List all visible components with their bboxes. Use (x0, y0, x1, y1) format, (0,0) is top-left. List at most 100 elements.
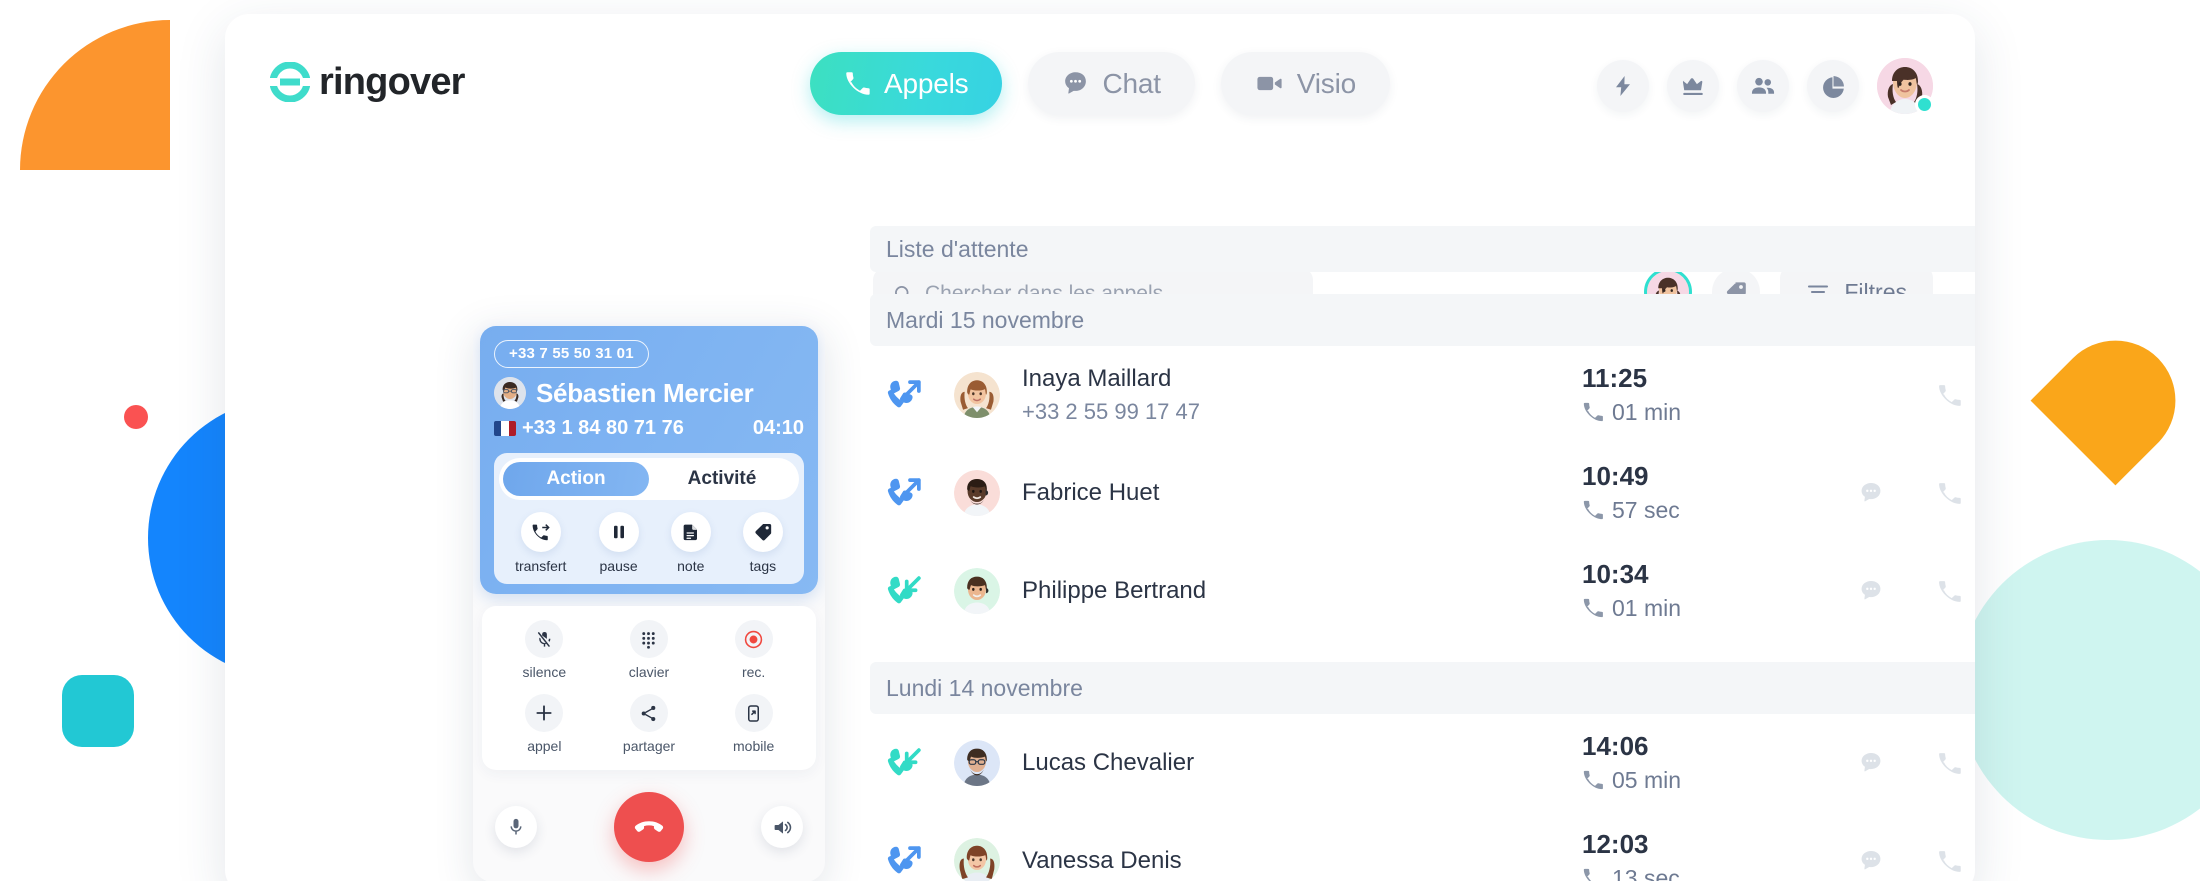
tag-icon (742, 512, 783, 552)
tab-activite[interactable]: Activité (649, 462, 795, 496)
caller-phone: +33 1 84 80 71 76 (522, 417, 684, 439)
call-actions: transfert pause note tags (499, 512, 799, 574)
tab-visio-label: Visio (1296, 67, 1356, 99)
incoming-call-icon (886, 743, 932, 783)
tool-appel[interactable]: appel (506, 694, 582, 754)
call-row[interactable]: Philippe Bertrand 10:34 01 min (870, 542, 1975, 640)
contact-name: Lucas Chevalier (1022, 749, 1195, 777)
tab-chat[interactable]: Chat (1028, 52, 1195, 115)
search-row: Filtres (225, 136, 1975, 320)
call-transfer-icon (520, 512, 561, 552)
contact-info: Lucas Chevalier (1022, 749, 1582, 777)
caller-line-pill: +33 7 55 50 31 01 (494, 340, 649, 368)
tab-action[interactable]: Action (503, 462, 649, 496)
chat-bubble-icon (1062, 70, 1089, 97)
tool-partager[interactable]: partager (611, 694, 687, 754)
callback-button[interactable] (1910, 579, 1975, 604)
record-icon (734, 620, 773, 658)
contact-name: Fabrice Huet (1022, 479, 1160, 507)
callback-button[interactable] (1910, 481, 1975, 506)
decor-orange-half-circle (2030, 315, 2200, 486)
caller-identity: Sébastien Mercier (494, 377, 804, 409)
waiting-list-header: Liste d'attente (870, 226, 1975, 272)
microphone-button[interactable] (495, 806, 537, 848)
call-footer-controls (473, 770, 825, 868)
lightning-bolt-button[interactable] (1597, 60, 1649, 112)
action-note[interactable]: note (670, 512, 711, 574)
phone-small-icon (1582, 867, 1604, 881)
crown-icon (1680, 73, 1706, 99)
users-button[interactable] (1737, 60, 1789, 112)
tool-silence[interactable]: silence (506, 620, 582, 680)
lightning-bolt-icon (1611, 74, 1635, 98)
brand-logo[interactable]: ringover (270, 62, 465, 102)
message-button[interactable] (1832, 480, 1910, 506)
action-note-label: note (677, 558, 705, 574)
users-icon (1750, 73, 1776, 99)
callback-button[interactable] (1910, 849, 1975, 874)
tool-mobile[interactable]: mobile (716, 694, 792, 754)
call-time: 11:25 (1582, 363, 1648, 394)
tab-visio[interactable]: Visio (1220, 52, 1390, 115)
call-duration: 57 sec (1612, 496, 1680, 523)
message-button[interactable] (1832, 750, 1910, 776)
dialpad-icon (629, 620, 668, 658)
header-avatar[interactable] (1877, 58, 1934, 114)
row-actions (1832, 381, 1975, 410)
row-actions (1832, 577, 1975, 606)
contact-name: Philippe Bertrand (1022, 577, 1207, 605)
tool-rec[interactable]: rec. (716, 620, 792, 680)
callback-button[interactable] (1910, 383, 1975, 408)
ringover-logo-icon (270, 62, 310, 102)
phone-small-icon (1582, 769, 1604, 791)
action-tags[interactable]: tags (742, 512, 783, 574)
caller-name: Sébastien Mercier (536, 377, 754, 408)
outgoing-call-icon (886, 841, 932, 881)
call-row[interactable]: Lucas Chevalier 14:06 05 min (870, 714, 1975, 812)
call-tools-card: silence clavier rec. appel partager mobi… (482, 606, 816, 770)
header-actions (1597, 58, 1934, 114)
decor-mint-circle (1958, 540, 2200, 840)
contact-info: Philippe Bertrand (1022, 577, 1582, 605)
crown-button[interactable] (1667, 60, 1719, 112)
call-duration: 05 min (1612, 766, 1682, 793)
call-section-date: Lundi 14 novembre (870, 662, 1975, 714)
microphone-icon (506, 817, 526, 837)
row-actions (1832, 479, 1975, 508)
action-pause-label: pause (599, 558, 638, 574)
pie-chart-button[interactable] (1807, 60, 1859, 112)
tab-appels[interactable]: Appels (810, 52, 1003, 115)
call-duration: 13 sec (1612, 864, 1680, 881)
call-time: 12:03 (1582, 829, 1649, 860)
call-duration-block: 01 min (1582, 399, 1832, 426)
speaker-button[interactable] (761, 806, 803, 848)
call-time: 10:34 (1582, 559, 1649, 590)
tab-chat-label: Chat (1102, 67, 1161, 99)
tool-rec-label: rec. (741, 664, 766, 680)
phone-small-icon (1582, 597, 1604, 619)
tool-clavier[interactable]: clavier (611, 620, 687, 680)
hangup-button[interactable] (614, 792, 684, 862)
contact-info: Fabrice Huet (1022, 479, 1582, 507)
call-action-panel: Action Activité transfert pause note tag… (494, 453, 804, 584)
call-time-block: 14:06 05 min (1582, 732, 1832, 794)
action-transfert[interactable]: transfert (515, 512, 566, 574)
call-duration: 01 min (1612, 594, 1682, 621)
caller-phone-row: +33 1 84 80 71 76 04:10 (494, 417, 804, 442)
call-time-block: 12:03 13 sec (1582, 830, 1832, 881)
screenshot-root: ringover Appels Chat Visio Chercher dans… (0, 0, 2200, 881)
phone-small-icon (1582, 499, 1604, 521)
call-time: 14:06 (1582, 731, 1649, 762)
callback-button[interactable] (1910, 751, 1975, 776)
message-button[interactable] (1832, 848, 1910, 874)
call-list: Liste d'attente Mardi 15 novembre Inaya … (870, 226, 1975, 881)
action-pause[interactable]: pause (598, 512, 639, 574)
call-row[interactable]: Fabrice Huet 10:49 57 sec (870, 444, 1975, 542)
call-row[interactable]: Inaya Maillard +33 2 55 99 17 47 11:25 01 m… (870, 346, 1975, 444)
call-duration-block: 13 sec (1582, 865, 1832, 881)
phone-hangup-icon (631, 809, 667, 845)
message-button[interactable] (1832, 578, 1910, 604)
contact-avatar (954, 470, 1000, 516)
call-panel-tabs: Action Activité (499, 458, 799, 500)
call-row[interactable]: Vanessa Denis 12:03 13 sec (870, 812, 1975, 881)
